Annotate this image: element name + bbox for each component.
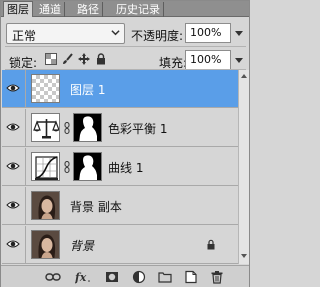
curves-adjustment-icon[interactable] [31, 152, 60, 181]
new-group-folder-icon[interactable] [158, 270, 172, 284]
scroll-down-icon[interactable] [239, 251, 249, 261]
eye-visibility-icon[interactable] [6, 238, 20, 250]
eye-visibility-icon[interactable] [6, 199, 20, 211]
layer-name[interactable]: 背景 [70, 237, 94, 254]
layers-list: 图层 1 色彩平衡 1 曲线 1 背景 副本 背景 [2, 70, 238, 264]
lock-icon [207, 239, 215, 250]
fill-value: 100% [190, 53, 222, 66]
delete-layer-trash-icon[interactable] [210, 270, 224, 284]
blend-mode-value: 正常 [12, 29, 37, 43]
divider [25, 148, 26, 186]
lock-options [45, 53, 115, 67]
mask-link-icon[interactable] [64, 161, 70, 173]
layer-row-color-balance-1[interactable]: 色彩平衡 1 [2, 109, 238, 147]
tab-paths[interactable]: 路径 [74, 2, 103, 17]
opacity-field[interactable]: 100% [185, 23, 231, 43]
new-layer-icon[interactable] [184, 270, 198, 284]
lock-position-move-icon[interactable] [78, 53, 90, 65]
divider [5, 46, 246, 47]
layer-thumbnail[interactable] [31, 74, 60, 103]
link-layers-icon[interactable] [45, 270, 61, 284]
portrait-photo-thumbnail[interactable] [31, 230, 60, 259]
tab-history[interactable]: 历史记录 [113, 2, 164, 17]
layer-row-background-copy[interactable]: 背景 副本 [2, 187, 238, 225]
blend-mode-select[interactable]: 正常 [6, 23, 125, 44]
layer-row-curves-1[interactable]: 曲线 1 [2, 148, 238, 186]
fill-slider-arrow-icon[interactable] [235, 56, 243, 64]
lock-all-icon[interactable] [95, 53, 107, 65]
layer-name[interactable]: 图层 1 [70, 81, 105, 98]
layer-row-background[interactable]: 背景 [2, 226, 238, 264]
scroll-up-icon[interactable] [239, 71, 249, 81]
divider [25, 226, 26, 264]
lock-image-pixels-brush-icon[interactable] [62, 53, 74, 65]
tab-layers[interactable]: 图层 [3, 1, 33, 17]
color-balance-adjustment-icon[interactable] [31, 113, 60, 142]
layer-name[interactable]: 曲线 1 [108, 159, 143, 176]
eye-visibility-icon[interactable] [6, 160, 20, 172]
add-layer-mask-icon[interactable] [105, 270, 119, 284]
fill-field[interactable]: 100% [185, 50, 231, 70]
panel-tab-bar: 图层 通道 路径 历史记录 [1, 1, 249, 17]
layer-name[interactable]: 背景 副本 [70, 198, 122, 215]
svg-text:fx: fx [75, 271, 87, 284]
opacity-value: 100% [190, 26, 222, 39]
layer-style-fx-icon[interactable]: fx [75, 270, 91, 284]
divider [25, 70, 26, 108]
layer-row-layer-1[interactable]: 图层 1 [2, 70, 238, 108]
mask-link-icon[interactable] [64, 122, 70, 134]
layer-mask-thumbnail[interactable] [73, 113, 102, 142]
opacity-label: 不透明度: [131, 29, 184, 43]
layers-scrollbar[interactable] [238, 70, 249, 264]
lock-transparent-pixels-icon[interactable] [45, 53, 57, 65]
layers-bottom-toolbar: fx [1, 265, 249, 287]
portrait-photo-thumbnail[interactable] [31, 191, 60, 220]
divider [25, 109, 26, 147]
layer-mask-thumbnail[interactable] [73, 152, 102, 181]
eye-visibility-icon[interactable] [6, 82, 20, 94]
opacity-slider-arrow-icon[interactable] [235, 29, 243, 37]
layers-panel: 图层 通道 路径 历史记录 正常 不透明度: 100% 锁定: 填充: 100%… [0, 0, 250, 287]
new-adjustment-layer-icon[interactable] [132, 270, 146, 284]
chevron-down-icon [111, 30, 120, 36]
eye-visibility-icon[interactable] [6, 121, 20, 133]
layer-name[interactable]: 色彩平衡 1 [108, 120, 167, 137]
tab-channels[interactable]: 通道 [36, 2, 65, 17]
divider [25, 187, 26, 225]
panel-collapse-area[interactable] [181, 1, 249, 17]
